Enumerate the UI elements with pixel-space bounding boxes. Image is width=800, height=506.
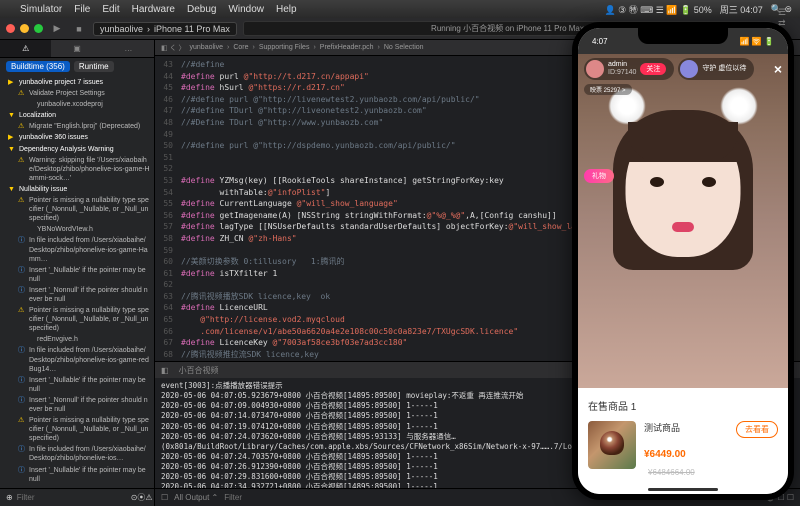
filter-icon[interactable]: ⊕	[6, 493, 13, 502]
product-price: ¥6449.00	[644, 449, 686, 460]
scheme-selector[interactable]: yunbaolive › iPhone 11 Pro Max	[93, 22, 237, 36]
console-toggle-icon[interactable]: ◧	[161, 366, 169, 375]
output-selector[interactable]: All Output ⌃	[174, 493, 218, 502]
navigator-tab-2[interactable]: ▣	[51, 40, 102, 57]
product-name: 测试商品	[644, 421, 728, 434]
menubar-clock[interactable]: 周三 04:07	[720, 3, 763, 16]
navigator-tab-3[interactable]: …	[103, 40, 154, 57]
issue-item[interactable]: ⓘInsert '_Nullable' if the pointer may b…	[0, 265, 154, 285]
buildtime-pill[interactable]: Buildtime (356)	[6, 61, 70, 72]
menu-help[interactable]: Help	[276, 4, 297, 15]
crumb-project[interactable]: yunbaolive	[190, 44, 223, 51]
navigator-filter-bar: ⊕ ⊙⦿⚠	[0, 488, 154, 506]
issue-item[interactable]: ⓘInsert '_Nonnull' if the pointer should…	[0, 285, 154, 305]
home-indicator[interactable]	[648, 488, 718, 491]
issue-item[interactable]: ⚠Warning: skipping file '/Users/xiaobaih…	[0, 155, 154, 184]
menu-debug[interactable]: Debug	[187, 4, 216, 15]
guardian-icon	[680, 60, 698, 78]
issue-item[interactable]: ⚠Pointer is missing a nullability type s…	[0, 195, 154, 224]
issue-item[interactable]: ▼Dependency Analysis Warning	[0, 144, 154, 155]
issue-item[interactable]: ▶yunbaolive project 7 issues	[0, 77, 154, 88]
crumb-file[interactable]: PrefixHeader.pch	[320, 44, 374, 51]
ios-simulator: 4:07 📶 🛜 🔋 admin ID:97140 关注 守护 虚位以待 ×	[572, 22, 794, 500]
filter-scope-icons[interactable]: ⊙⦿⚠	[131, 492, 153, 503]
gift-tag[interactable]: 礼物	[584, 169, 614, 183]
minimize-window-button[interactable]	[20, 24, 29, 33]
status-time: 4:07	[592, 37, 608, 46]
issue-item[interactable]: ⚠Validate Project Settings	[0, 88, 154, 99]
issue-item[interactable]: yunbaolive.xcodeproj	[0, 99, 154, 110]
issue-item[interactable]: YBNoWordVIew.h	[0, 224, 154, 235]
crumb-group2[interactable]: Supporting Files	[259, 44, 310, 51]
device-name: iPhone 11 Pro Max	[154, 24, 230, 34]
host-name: admin	[608, 61, 636, 69]
host-info-pill[interactable]: admin ID:97140 关注	[584, 58, 674, 80]
issue-item[interactable]: ⓘIn file included from /Users/xiaobaihe/…	[0, 345, 154, 374]
runtime-pill[interactable]: Runtime	[74, 61, 114, 72]
macos-menubar: Simulator File Edit Hardware Debug Windo…	[0, 0, 800, 18]
issue-item[interactable]: ⚠Pointer is missing a nullability type s…	[0, 415, 154, 444]
simulator-screen[interactable]: 4:07 📶 🛜 🔋 admin ID:97140 关注 守护 虚位以待 ×	[578, 28, 788, 494]
issue-navigator: ⚠ ▣ … Buildtime (356) Runtime ▶yunbaoliv…	[0, 40, 155, 506]
product-panel: 在售商品 1 测试商品 ¥6449.00 ¥6484664.00 去看看	[578, 388, 788, 494]
guardian-label: 守护 虚位以待	[702, 65, 746, 73]
panel-title: 在售商品 1	[588, 398, 778, 413]
stop-button[interactable]: ■	[71, 22, 87, 36]
issue-item[interactable]: ▶yunbaolive 360 issues	[0, 132, 154, 143]
menu-window[interactable]: Window	[228, 4, 264, 15]
navigator-filter-input[interactable]	[17, 493, 127, 502]
close-live-button[interactable]: ×	[774, 61, 782, 77]
follow-button[interactable]: 关注	[640, 63, 666, 75]
console-process-name[interactable]: 小百合视频	[179, 365, 219, 376]
issue-item[interactable]: redEnvgive.h	[0, 334, 154, 345]
line-gutter: 4344454647484950515253545556575859606162…	[155, 56, 177, 361]
product-item[interactable]: 测试商品 ¥6449.00 ¥6484664.00 去看看	[588, 421, 778, 480]
coin-pill[interactable]: 映票 25297 >	[584, 84, 632, 95]
product-price-original: ¥6484664.00	[648, 468, 695, 477]
zoom-window-button[interactable]	[34, 24, 43, 33]
menu-file[interactable]: File	[74, 4, 90, 15]
issue-item[interactable]: ▼Localization	[0, 110, 154, 121]
window-controls	[6, 24, 43, 33]
issue-item[interactable]: ⚠Migrate "English.lproj" (Deprecated)	[0, 121, 154, 132]
navigator-tabs: ⚠ ▣ …	[0, 40, 154, 58]
issue-item[interactable]: ⓘIn file included from /Users/xiaobaihe/…	[0, 444, 154, 464]
menu-edit[interactable]: Edit	[102, 4, 119, 15]
product-thumbnail[interactable]	[588, 421, 636, 469]
navigator-tab-issues[interactable]: ⚠	[0, 40, 51, 57]
auto-icon[interactable]: ☐	[161, 493, 168, 502]
menubar-status-icons[interactable]: 👤 ③ ㊕ ⌨ ☰ 📶 🔋 50%	[604, 3, 711, 16]
live-stream-view[interactable]: admin ID:97140 关注 守护 虚位以待 × 映票 25297 > 礼…	[578, 54, 788, 388]
issue-item[interactable]: ⚠Pointer is missing a nullability type s…	[0, 305, 154, 334]
scheme-name: yunbaolive	[100, 24, 143, 34]
issue-item[interactable]: ⓘInsert '_Nullable' if the pointer may b…	[0, 465, 154, 485]
close-window-button[interactable]	[6, 24, 15, 33]
host-avatar[interactable]	[586, 60, 604, 78]
crumb-group[interactable]: Core	[233, 44, 248, 51]
menu-simulator[interactable]: Simulator	[20, 4, 62, 15]
status-icons: 📶 🛜 🔋	[740, 37, 774, 46]
host-id: ID:97140	[608, 69, 636, 77]
issue-item[interactable]: ▼Nullability issue	[0, 184, 154, 195]
issue-item[interactable]: ⓘInsert '_Nullable' if the pointer may b…	[0, 375, 154, 395]
issues-list[interactable]: ▶yunbaolive project 7 issues⚠Validate Pr…	[0, 75, 154, 488]
run-button[interactable]: ▶	[49, 22, 65, 36]
menu-hardware[interactable]: Hardware	[132, 4, 175, 15]
crumb-selection[interactable]: No Selection	[384, 44, 424, 51]
streamer-face	[578, 92, 788, 292]
notch	[638, 28, 728, 44]
issue-item[interactable]: ⓘIn file included from /Users/xiaobaihe/…	[0, 235, 154, 264]
guardian-pill[interactable]: 守护 虚位以待	[678, 58, 754, 80]
issue-item[interactable]: ⓘInsert '_Nonnull' if the pointer should…	[0, 395, 154, 415]
view-product-button[interactable]: 去看看	[736, 421, 778, 438]
